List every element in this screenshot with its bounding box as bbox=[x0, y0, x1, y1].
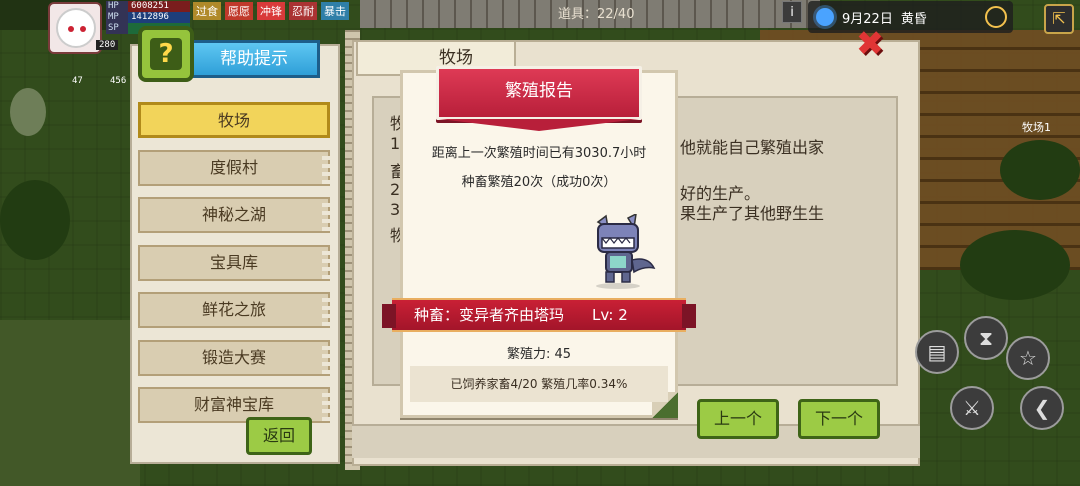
ranch-text-left: 2 bbox=[390, 180, 401, 199]
question-mark: ? bbox=[150, 38, 182, 70]
star-icon[interactable]: ☆ bbox=[1006, 336, 1050, 380]
exit-icon[interactable]: ⇱ bbox=[1044, 4, 1074, 34]
help-menu-item-treasury[interactable]: 宝具库 bbox=[138, 245, 330, 281]
book-icon[interactable]: ▤ bbox=[915, 330, 959, 374]
menu-item-label: 宝具库 bbox=[209, 253, 258, 272]
map-label: 牧场1 bbox=[1022, 121, 1051, 134]
monster-sprite bbox=[596, 214, 656, 289]
report-elapsed-time: 距离上一次繁殖时间已有3030.7小时 bbox=[431, 146, 647, 161]
menu-item-label: 神秘之湖 bbox=[201, 205, 266, 224]
sword-icon[interactable]: ⚔ bbox=[950, 386, 994, 430]
hourglass-icon[interactable]: ⧗ bbox=[964, 316, 1008, 360]
ranch-text-right: 他就能自己繁殖出家 bbox=[680, 138, 825, 157]
help-question-icon: ? bbox=[138, 26, 194, 82]
menu-item-label: 度假村 bbox=[209, 158, 258, 177]
bow-icon[interactable]: ❮ bbox=[1020, 386, 1064, 430]
mp-label: MP bbox=[106, 12, 128, 23]
status-tag: 忍耐 bbox=[289, 2, 317, 20]
time-of-day: 黄昏 bbox=[900, 11, 927, 27]
info-button[interactable]: i bbox=[782, 1, 802, 23]
prev-button[interactable]: 上一个 bbox=[697, 399, 779, 439]
report-attempts: 种畜繁殖20次（成功0次） bbox=[461, 175, 617, 190]
menu-item-label: 锻造大赛 bbox=[201, 348, 266, 367]
status-tags: 过食 愿愿 冲锋 忍耐 暴击 bbox=[193, 2, 349, 20]
avatar-eye bbox=[68, 26, 74, 32]
avatar-eye bbox=[80, 26, 86, 32]
player-avatar[interactable] bbox=[48, 2, 102, 54]
menu-item-label: 财富神宝库 bbox=[193, 395, 274, 414]
report-title-ribbon: 繁殖报告 bbox=[436, 66, 642, 131]
menu-item-label: 牧场 bbox=[217, 111, 250, 130]
back-button[interactable]: 返回 bbox=[246, 417, 312, 455]
item-capacity: 道具：22/40 bbox=[558, 7, 635, 22]
date-display: 9月22日 黄昏 bbox=[808, 1, 1013, 33]
report-title: 繁殖报告 bbox=[505, 81, 573, 101]
close-icon[interactable]: ✖ bbox=[852, 26, 888, 62]
sp-label: SP bbox=[106, 23, 128, 34]
species-banner: 种畜：变异者齐由塔玛 Lv: 2 bbox=[382, 298, 696, 332]
hp-label: HP bbox=[106, 1, 128, 12]
species-name: 种畜：变异者齐由塔玛 bbox=[414, 306, 565, 324]
ranch-text-left: 3 bbox=[390, 200, 401, 219]
globe-icon[interactable] bbox=[985, 6, 1007, 28]
count-right: 456 bbox=[110, 76, 127, 86]
help-menu-item-flower-tour[interactable]: 鲜花之旅 bbox=[138, 292, 330, 328]
count-left: 47 bbox=[72, 76, 83, 86]
help-menu-item-ranch[interactable]: 牧场 bbox=[138, 102, 330, 138]
sun-icon bbox=[816, 8, 834, 26]
species-level: Lv: 2 bbox=[592, 306, 628, 324]
report-footer: 已饲养家畜4/20 繁殖几率0.34% bbox=[410, 366, 668, 402]
level-badge: 280 bbox=[96, 40, 119, 50]
breeding-power: 繁殖力: 45 bbox=[506, 347, 572, 362]
status-tag: 愿愿 bbox=[225, 2, 253, 20]
help-menu-item-resort[interactable]: 度假村 bbox=[138, 150, 330, 186]
status-tag: 暴击 bbox=[321, 2, 349, 20]
help-menu-item-lake[interactable]: 神秘之湖 bbox=[138, 197, 330, 233]
next-button[interactable]: 下一个 bbox=[798, 399, 880, 439]
help-menu-item-forging[interactable]: 锻造大赛 bbox=[138, 340, 330, 376]
avatar-portrait bbox=[56, 8, 96, 48]
status-tag: 冲锋 bbox=[257, 2, 285, 20]
hp-value: 6008251 bbox=[128, 1, 190, 12]
ranch-text-left: 1 bbox=[390, 134, 401, 153]
status-tag: 过食 bbox=[193, 2, 221, 20]
ranch-text-right: 果生产了其他野生生 bbox=[680, 204, 825, 223]
mp-value: 1412896 bbox=[128, 12, 190, 23]
menu-item-label: 鲜花之旅 bbox=[201, 300, 266, 319]
